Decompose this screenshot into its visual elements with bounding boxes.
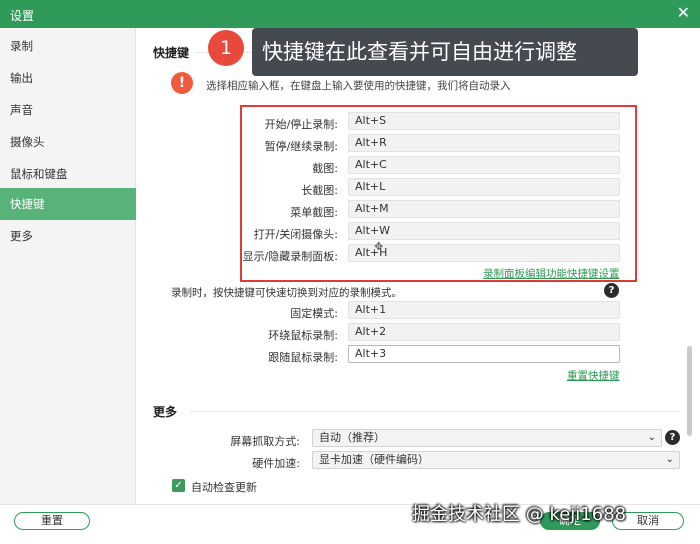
move-cursor-icon: ✥ [374,240,384,253]
mode-label-follow-mouse: 跟随鼠标录制: [268,351,338,364]
mode-label-fixed: 固定模式: [290,307,338,320]
hotkey-label-start-stop: 开始/停止录制: [264,118,338,131]
capture-method-label: 屏幕抓取方式: [230,435,300,448]
mode-switch-note: 录制时，按快捷键可快速切换到对应的录制模式。 [171,287,402,299]
hotkey-input-long-screenshot[interactable]: Alt+L [348,178,620,196]
auto-update-checkbox[interactable]: ✓ [172,479,185,492]
hotkey-input-start-stop[interactable]: Alt+S [348,112,620,130]
chevron-down-icon: ⌄ [647,432,656,443]
window-title: 设置 [10,9,35,23]
auto-update-label: 自动检查更新 [191,481,257,494]
hardware-accel-select[interactable]: 显卡加速（硬件编码） ⌄ [312,451,680,469]
reset-button[interactable]: 重置 [14,512,90,530]
more-section-title: 更多 [153,405,178,419]
mode-label-around-mouse: 环绕鼠标录制: [268,329,338,342]
hotkeys-description: 选择相应输入框，在键盘上输入要使用的快捷键，我们将自动录入 [206,80,511,92]
sidebar-item-record[interactable]: 录制 [0,30,136,62]
hotkey-input-menu-screenshot[interactable]: Alt+M [348,200,620,218]
hotkey-input-pause-resume[interactable]: Alt+R [348,134,620,152]
close-icon[interactable]: ✕ [677,3,690,22]
help-icon[interactable]: ? [604,283,619,298]
capture-method-select[interactable]: 自动（推荐） ⌄ [312,429,662,447]
hotkey-label-screenshot: 截图: [312,162,338,175]
scrollbar[interactable] [687,346,692,436]
hotkey-input-camera-toggle[interactable]: Alt+W [348,222,620,240]
title-bar: 设置 ✕ [0,0,700,28]
ok-button[interactable]: 确定 [540,512,600,530]
chevron-down-icon: ⌄ [665,454,674,465]
mode-input-follow-mouse[interactable]: Alt+3 [348,345,620,363]
mode-input-fixed[interactable]: Alt+1 [348,301,620,319]
hotkey-label-camera-toggle: 打开/关闭摄像头: [253,228,338,241]
annotation-number-badge: 1 [208,30,244,66]
hotkey-input-panel-toggle[interactable]: Alt+H [348,244,620,262]
hotkey-input-screenshot[interactable]: Alt+C [348,156,620,174]
help-icon[interactable]: ? [665,430,680,445]
warning-icon: ! [171,72,193,94]
annotation-banner: 快捷键在此查看并可自由进行调整 [252,28,638,76]
section-divider [190,411,680,412]
sidebar-item-output[interactable]: 输出 [0,62,136,94]
hotkey-label-panel-toggle: 显示/隐藏录制面板: [242,250,338,263]
cancel-button[interactable]: 取消 [612,512,684,530]
hotkey-label-pause-resume: 暂停/继续录制: [264,140,338,153]
panel-hotkey-settings-link[interactable]: 录制面板编辑功能快捷键设置 [483,266,620,281]
hotkey-label-long-screenshot: 长截图: [301,184,338,197]
mode-input-around-mouse[interactable]: Alt+2 [348,323,620,341]
reset-hotkeys-link[interactable]: 重置快捷键 [567,368,620,383]
hardware-accel-value: 显卡加速（硬件编码） [319,453,429,466]
hotkeys-section-title: 快捷键 [153,46,190,60]
hardware-accel-label: 硬件加速: [252,457,300,470]
hotkey-label-menu-screenshot: 菜单截图: [290,206,338,219]
capture-method-value: 自动（推荐） [319,431,385,444]
